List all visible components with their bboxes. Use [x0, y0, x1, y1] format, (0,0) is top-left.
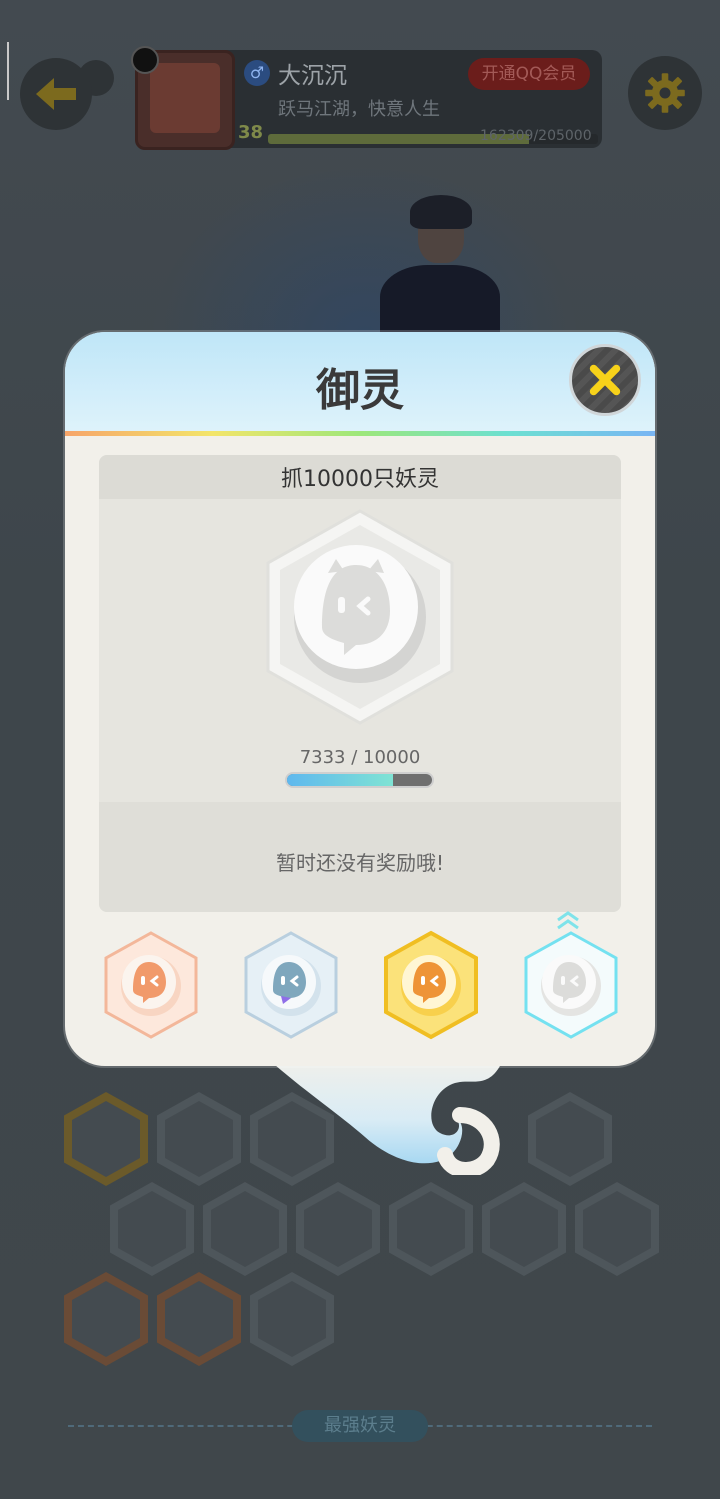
progress-bar-fill — [287, 774, 394, 786]
tier-badge-bronze[interactable] — [103, 930, 199, 1040]
nickname: 大沉沉 — [278, 63, 347, 89]
close-icon — [589, 364, 621, 396]
tier-badge-silver[interactable] — [243, 930, 339, 1040]
exp-text: 162309/205000 — [480, 128, 592, 144]
tier-badge-gold[interactable] — [383, 930, 479, 1040]
bronze-badge-icon — [104, 931, 198, 1039]
player-character — [380, 195, 500, 345]
avatar-image — [150, 63, 220, 133]
section-label: 最强妖灵 — [292, 1410, 428, 1442]
male-icon: ♂ — [244, 60, 270, 86]
silver-badge-icon — [244, 931, 338, 1039]
modal-tail-decoration — [255, 1055, 505, 1175]
diamond-badge-icon — [524, 931, 618, 1039]
level-badge: 38 — [238, 122, 264, 143]
tier-badge-diamond[interactable] — [523, 930, 619, 1040]
back-button[interactable] — [20, 58, 92, 130]
header-divider — [65, 431, 655, 436]
vip-button[interactable]: 开通QQ会员 — [468, 58, 590, 90]
progress-bar — [285, 772, 434, 788]
back-arrow-icon — [36, 78, 76, 110]
achievement-title: 抓10000只妖灵 — [281, 467, 439, 492]
motto-text: 跃马江湖，快意人生 — [278, 99, 440, 120]
character-hair — [410, 195, 472, 229]
selected-tier-arrow-icon — [557, 911, 579, 930]
achievement-modal: 御灵 抓10000只妖灵 7333 / 10000 暂时还没有奖励哦! — [65, 332, 655, 1066]
qq-penguin-icon — [131, 46, 159, 74]
modal-title: 御灵 — [316, 365, 404, 416]
close-button[interactable] — [569, 344, 641, 416]
progress-text: 7333 / 10000 — [299, 747, 421, 768]
achievement-badge — [266, 509, 454, 725]
reward-text: 暂时还没有奖励哦! — [275, 851, 445, 875]
status-indicator — [7, 42, 9, 100]
gear-icon — [645, 73, 685, 113]
settings-button[interactable] — [628, 56, 702, 130]
gold-badge-icon — [384, 930, 478, 1040]
achievement-detail-panel: 抓10000只妖灵 7333 / 10000 暂时还没有奖励哦! — [99, 455, 621, 912]
